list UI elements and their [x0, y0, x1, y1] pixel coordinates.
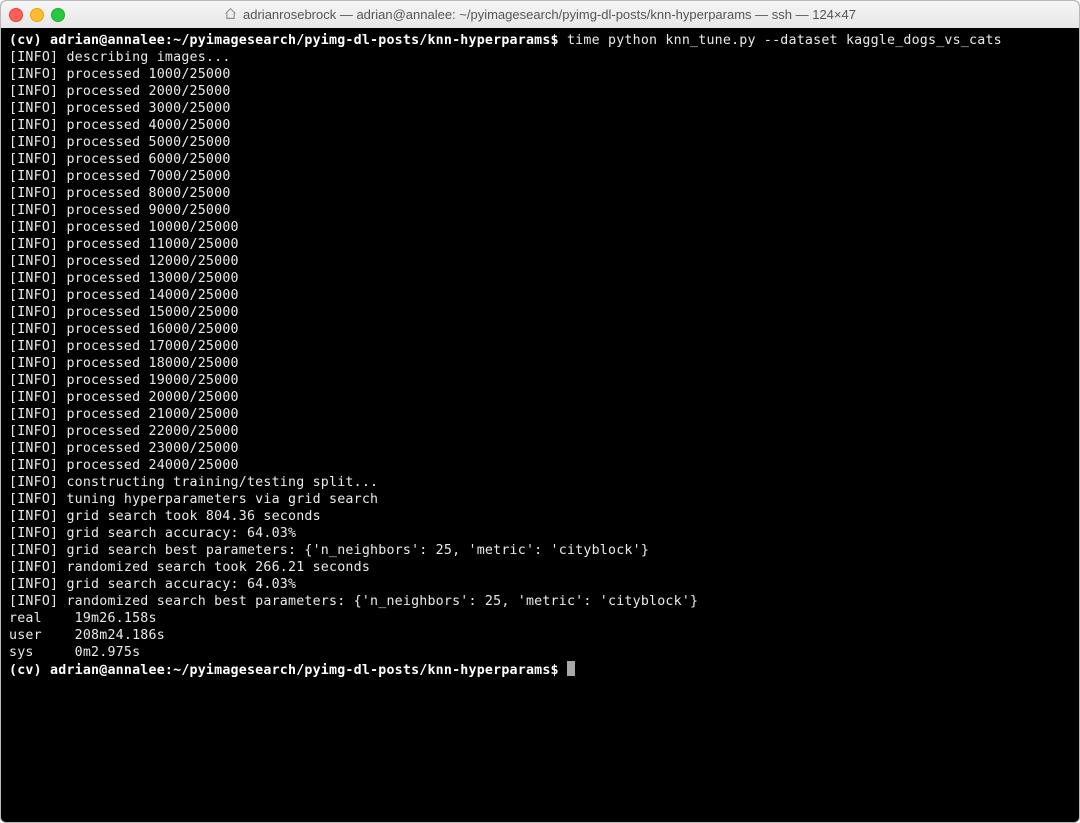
info-line: [INFO] processed 11000/25000 [9, 236, 1071, 253]
info-line: [INFO] processed 4000/25000 [9, 117, 1071, 134]
info-line: [INFO] processed 22000/25000 [9, 423, 1071, 440]
info-line: [INFO] grid search accuracy: 64.03% [9, 576, 1071, 593]
info-line: [INFO] randomized search took 266.21 sec… [9, 559, 1071, 576]
info-line: [INFO] grid search took 804.36 seconds [9, 508, 1071, 525]
info-line: [INFO] processed 21000/25000 [9, 406, 1071, 423]
info-line: [INFO] describing images... [9, 49, 1071, 66]
titlebar[interactable]: adrianrosebrock — adrian@annalee: ~/pyim… [1, 1, 1079, 29]
info-line: [INFO] processed 23000/25000 [9, 440, 1071, 457]
prompt-text: (cv) adrian@annalee:~/pyimagesearch/pyim… [9, 663, 567, 678]
window-title: adrianrosebrock — adrian@annalee: ~/pyim… [243, 7, 856, 22]
info-line: [INFO] processed 8000/25000 [9, 185, 1071, 202]
info-line: [INFO] grid search best parameters: {'n_… [9, 542, 1071, 559]
prompt-line-2: (cv) adrian@annalee:~/pyimagesearch/pyim… [9, 661, 1071, 679]
prompt-line-1: (cv) adrian@annalee:~/pyimagesearch/pyim… [9, 32, 1071, 49]
info-line: [INFO] processed 5000/25000 [9, 134, 1071, 151]
terminal-window: adrianrosebrock — adrian@annalee: ~/pyim… [0, 0, 1080, 823]
timing-user: user 208m24.186s [9, 627, 1071, 644]
timing-real: real 19m26.158s [9, 610, 1071, 627]
info-line: [INFO] processed 20000/25000 [9, 389, 1071, 406]
info-line: [INFO] processed 7000/25000 [9, 168, 1071, 185]
info-line: [INFO] processed 19000/25000 [9, 372, 1071, 389]
close-icon[interactable] [9, 8, 23, 22]
info-line: [INFO] processed 15000/25000 [9, 304, 1071, 321]
info-line: [INFO] processed 24000/25000 [9, 457, 1071, 474]
command-text: time python knn_tune.py --dataset kaggle… [567, 33, 1002, 48]
minimize-icon[interactable] [30, 8, 44, 22]
info-line: [INFO] processed 10000/25000 [9, 219, 1071, 236]
info-line: [INFO] randomized search best parameters… [9, 593, 1071, 610]
prompt-text: (cv) adrian@annalee:~/pyimagesearch/pyim… [9, 33, 567, 48]
info-line: [INFO] processed 13000/25000 [9, 270, 1071, 287]
info-line: [INFO] processed 3000/25000 [9, 100, 1071, 117]
info-line: [INFO] processed 14000/25000 [9, 287, 1071, 304]
title-area: adrianrosebrock — adrian@annalee: ~/pyim… [1, 1, 1079, 28]
info-line: [INFO] tuning hyperparameters via grid s… [9, 491, 1071, 508]
info-line: [INFO] processed 6000/25000 [9, 151, 1071, 168]
home-icon [224, 7, 237, 22]
info-line: [INFO] processed 2000/25000 [9, 83, 1071, 100]
terminal-viewport[interactable]: (cv) adrian@annalee:~/pyimagesearch/pyim… [1, 28, 1079, 822]
info-line: [INFO] processed 18000/25000 [9, 355, 1071, 372]
info-line: [INFO] processed 12000/25000 [9, 253, 1071, 270]
traffic-lights [9, 8, 65, 22]
info-line: [INFO] processed 16000/25000 [9, 321, 1071, 338]
info-line: [INFO] processed 9000/25000 [9, 202, 1071, 219]
zoom-icon[interactable] [51, 8, 65, 22]
info-line: [INFO] processed 1000/25000 [9, 66, 1071, 83]
timing-sys: sys 0m2.975s [9, 644, 1071, 661]
cursor-icon [567, 661, 575, 676]
info-line: [INFO] processed 17000/25000 [9, 338, 1071, 355]
info-line: [INFO] constructing training/testing spl… [9, 474, 1071, 491]
info-line: [INFO] grid search accuracy: 64.03% [9, 525, 1071, 542]
